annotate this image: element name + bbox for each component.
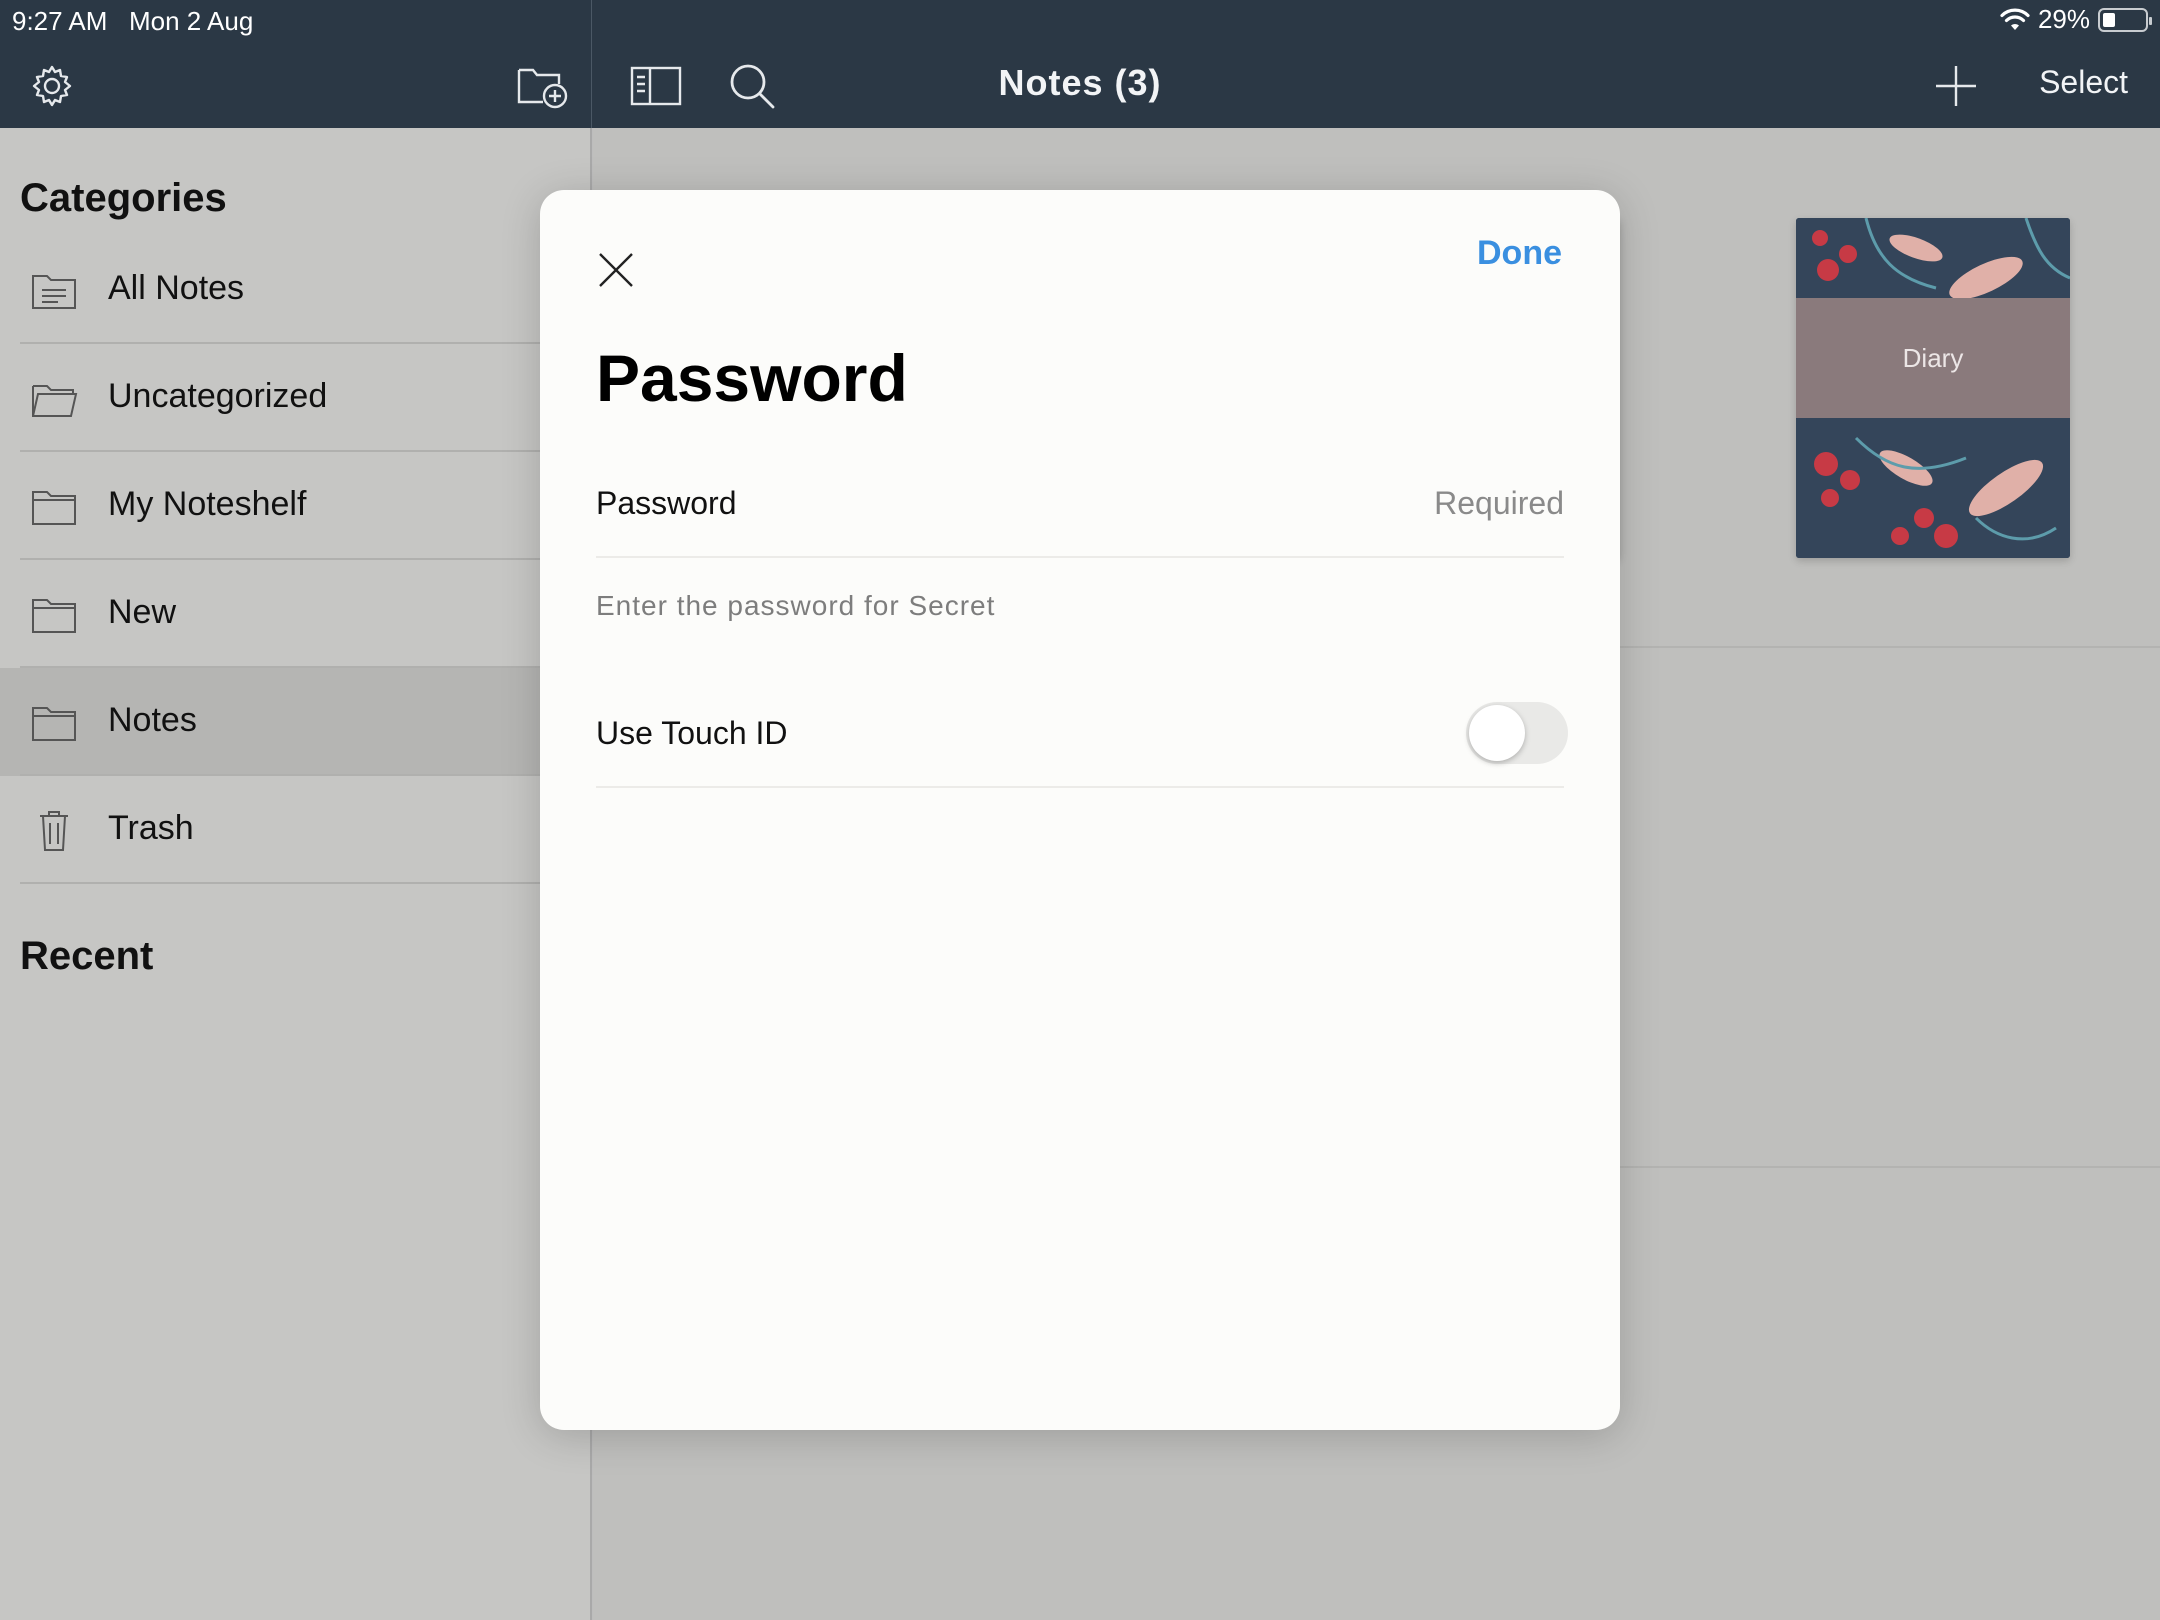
done-button[interactable]: Done: [1477, 234, 1562, 273]
sidebar-item-label: Trash: [108, 809, 194, 847]
battery-percent: 29%: [2037, 4, 2090, 34]
plus-icon[interactable]: [1928, 58, 1984, 114]
row-divider: [596, 786, 1564, 788]
all-notes-icon: [32, 275, 76, 309]
recent-title: Recent: [20, 934, 154, 978]
password-hint: Enter the password for Secret: [596, 590, 996, 621]
sidebar: Categories All Notes Uncategorized My No…: [0, 128, 592, 1620]
notebook-title: Diary: [1796, 298, 2070, 418]
top-bar: 9:27 AM Mon 2 Aug 29% Notes (3) Select: [0, 0, 2160, 128]
sidebar-item-label: Uncategorized: [108, 377, 328, 415]
sidebar-item-label: My Noteshelf: [108, 485, 307, 523]
password-modal: Done Password Password Required Enter th…: [540, 190, 1620, 1430]
sidebar-item-all-notes[interactable]: All Notes: [0, 236, 592, 344]
sidebar-header: [0, 0, 592, 128]
search-icon[interactable]: [724, 58, 780, 114]
battery-icon: [2098, 7, 2152, 32]
sidebar-toggle-icon[interactable]: [628, 58, 684, 114]
row-divider: [596, 556, 1564, 558]
sidebar-item-label: New: [108, 593, 177, 631]
password-label: Password: [596, 485, 737, 521]
sidebar-item-my-noteshelf[interactable]: My Noteshelf: [0, 452, 592, 560]
open-folder-icon: [32, 385, 78, 417]
sidebar-item-uncategorized[interactable]: Uncategorized: [0, 344, 592, 452]
sidebar-item-trash[interactable]: Trash: [0, 776, 592, 884]
sidebar-item-label: Notes: [108, 701, 197, 739]
folder-icon: [32, 599, 76, 633]
notebook-cover-diary[interactable]: Diary: [1796, 218, 2070, 558]
touch-id-toggle[interactable]: [1466, 702, 1568, 764]
touch-id-label: Use Touch ID: [596, 715, 788, 751]
select-button[interactable]: Select: [2039, 64, 2128, 101]
trash-icon: [40, 811, 68, 851]
gear-icon[interactable]: [24, 58, 80, 114]
modal-title: Password: [596, 341, 908, 415]
wifi-icon: [2000, 8, 2030, 30]
status-right: 29%: [2000, 4, 2152, 35]
password-input[interactable]: Required: [1434, 485, 1564, 522]
close-icon[interactable]: [592, 246, 640, 294]
categories-title: Categories: [20, 176, 227, 220]
toggle-knob: [1469, 705, 1525, 761]
add-folder-icon[interactable]: [512, 58, 572, 114]
sidebar-item-new[interactable]: New: [0, 560, 592, 668]
sidebar-item-notes[interactable]: Notes: [0, 668, 592, 776]
folder-icon: [32, 491, 76, 525]
sidebar-item-label: All Notes: [108, 269, 245, 307]
folder-icon: [32, 707, 76, 741]
